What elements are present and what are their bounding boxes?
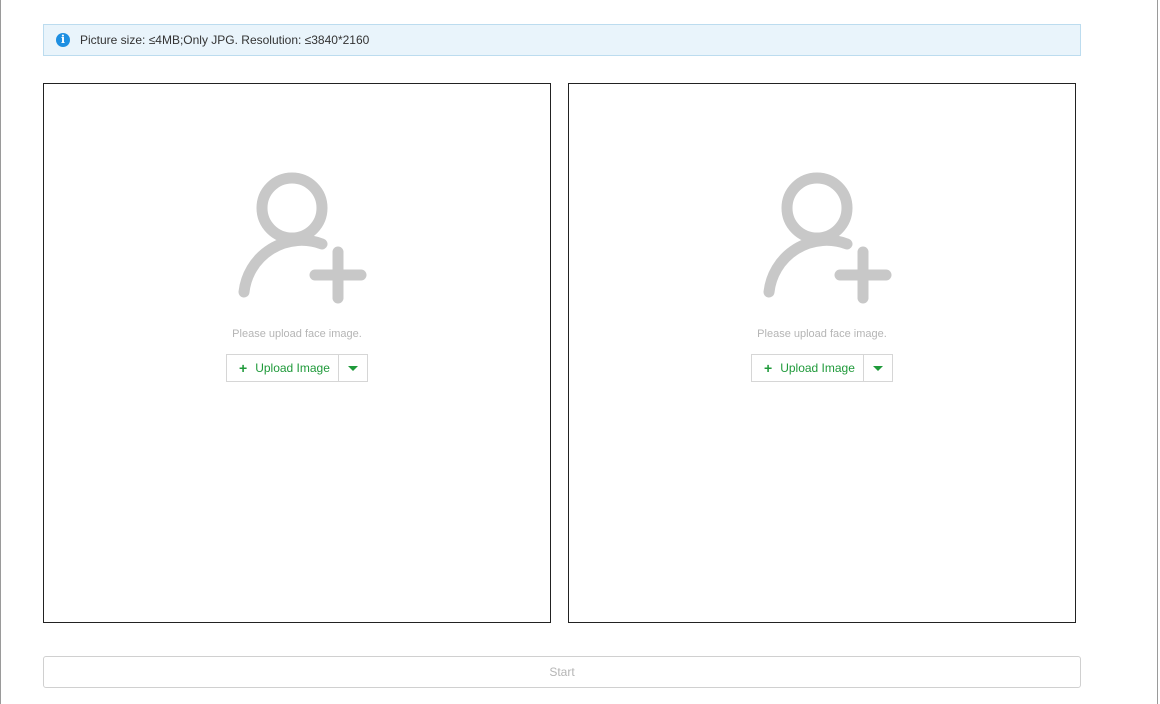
upload-hint: Please upload face image. [757, 328, 887, 340]
upload-dropdown-button[interactable] [337, 355, 367, 381]
upload-dropdown-button[interactable] [862, 355, 892, 381]
plus-icon: + [239, 360, 248, 376]
info-banner: i Picture size: ≤4MB;Only JPG. Resolutio… [43, 24, 1081, 56]
info-text: Picture size: ≤4MB;Only JPG. Resolution:… [80, 33, 370, 47]
info-icon: i [56, 33, 70, 47]
plus-icon: + [764, 360, 773, 376]
start-button[interactable]: Start [43, 656, 1081, 688]
upload-button-group: + Upload Image [751, 354, 893, 382]
page-frame: i Picture size: ≤4MB;Only JPG. Resolutio… [0, 0, 1158, 704]
face-upload-panel-right: Please upload face image. + Upload Image [568, 83, 1076, 623]
upload-hint: Please upload face image. [232, 328, 362, 340]
upload-button-group: + Upload Image [226, 354, 368, 382]
upload-image-button[interactable]: + Upload Image [227, 355, 338, 381]
add-person-icon [238, 172, 367, 304]
add-person-icon [763, 172, 892, 304]
caret-down-icon [872, 365, 883, 371]
face-upload-panel-left: Please upload face image. + Upload Image [43, 83, 551, 623]
upload-image-button[interactable]: + Upload Image [752, 355, 863, 381]
upload-image-label: Upload Image [780, 361, 855, 375]
caret-down-icon [347, 365, 358, 371]
upload-image-label: Upload Image [255, 361, 330, 375]
